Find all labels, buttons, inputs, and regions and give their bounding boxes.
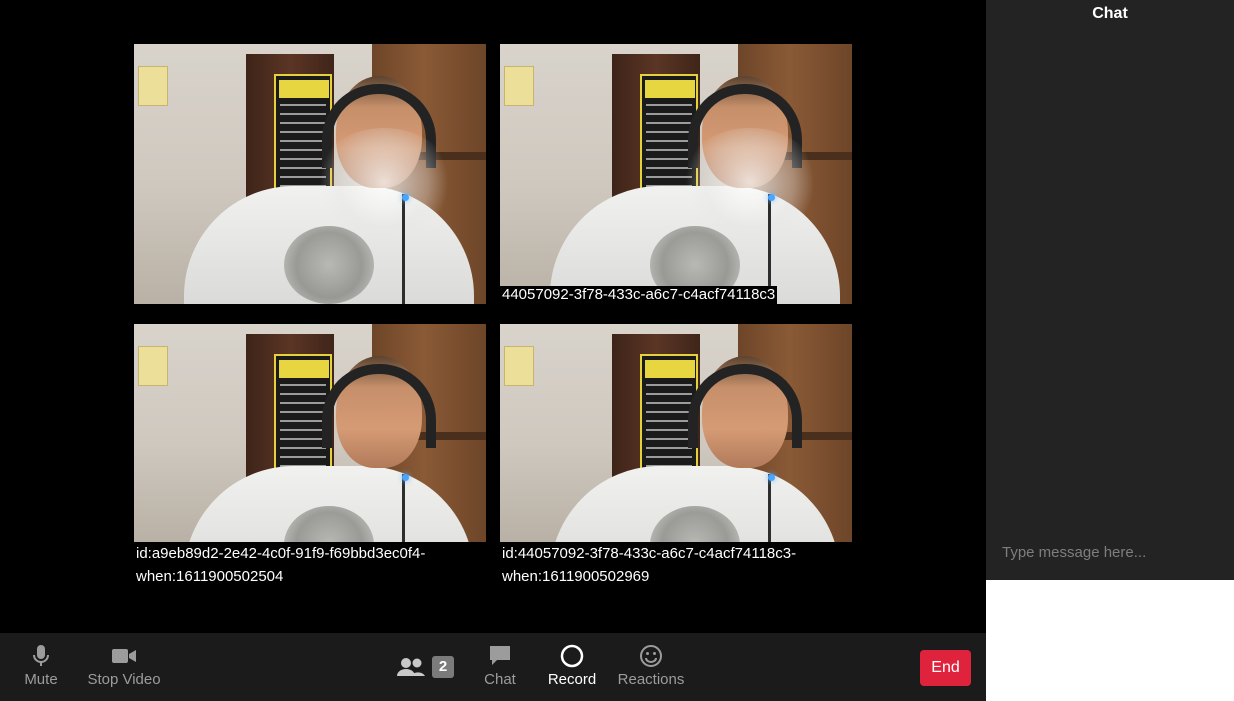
chat-message-input[interactable] <box>1000 540 1224 564</box>
video-grid-area: 44057092-3f78-433c-a6c7-c4acf74118c3 id:… <box>0 0 986 633</box>
tile-caption: id:44057092-3f78-433c-a6c7-c4acf74118c3-… <box>502 542 796 588</box>
mute-button[interactable]: Mute <box>18 633 64 701</box>
record-button[interactable]: Record <box>544 633 600 701</box>
participants-count-badge: 2 <box>432 656 454 678</box>
mute-label: Mute <box>24 671 58 688</box>
end-button[interactable]: End <box>920 650 971 686</box>
record-circle-icon <box>560 644 584 668</box>
caption-line-when: when:1611900502504 <box>136 568 284 585</box>
smiley-icon <box>639 644 663 668</box>
video-feed <box>500 44 852 304</box>
video-feed <box>134 324 486 542</box>
stop-video-button[interactable]: Stop Video <box>84 633 164 701</box>
chat-panel: Chat <box>986 0 1234 580</box>
chat-bubble-icon <box>488 644 512 668</box>
meeting-toolbar: Mute Stop Video 2 Chat Record Reactions … <box>0 633 986 701</box>
record-label: Record <box>547 671 597 688</box>
chat-label: Chat <box>484 671 516 688</box>
video-tile[interactable] <box>134 324 486 542</box>
tile-caption: id:a9eb89d2-2e42-4c0f-91f9-f69bbd3ec0f4-… <box>136 542 425 588</box>
reactions-button[interactable]: Reactions <box>616 633 686 701</box>
video-tile[interactable] <box>500 44 852 304</box>
tile-caption: 44057092-3f78-433c-a6c7-c4acf74118c3 <box>500 286 778 304</box>
video-feed <box>134 44 486 304</box>
video-camera-icon <box>111 644 137 668</box>
caption-line-when: when:1611900502969 <box>502 568 650 585</box>
participants-button[interactable]: 2 <box>394 633 456 701</box>
participants-icon: 2 <box>396 655 454 679</box>
reactions-label: Reactions <box>617 671 685 688</box>
video-tile[interactable] <box>134 44 486 304</box>
microphone-icon <box>32 644 50 668</box>
video-tile[interactable] <box>500 324 852 542</box>
chat-panel-title: Chat <box>1092 5 1128 22</box>
stop-video-label: Stop Video <box>87 671 161 688</box>
chat-button[interactable]: Chat <box>478 633 522 701</box>
caption-line-id: id:44057092-3f78-433c-a6c7-c4acf74118c3- <box>502 545 797 562</box>
caption-line-id: id:a9eb89d2-2e42-4c0f-91f9-f69bbd3ec0f4- <box>136 545 426 562</box>
video-feed <box>500 324 852 542</box>
